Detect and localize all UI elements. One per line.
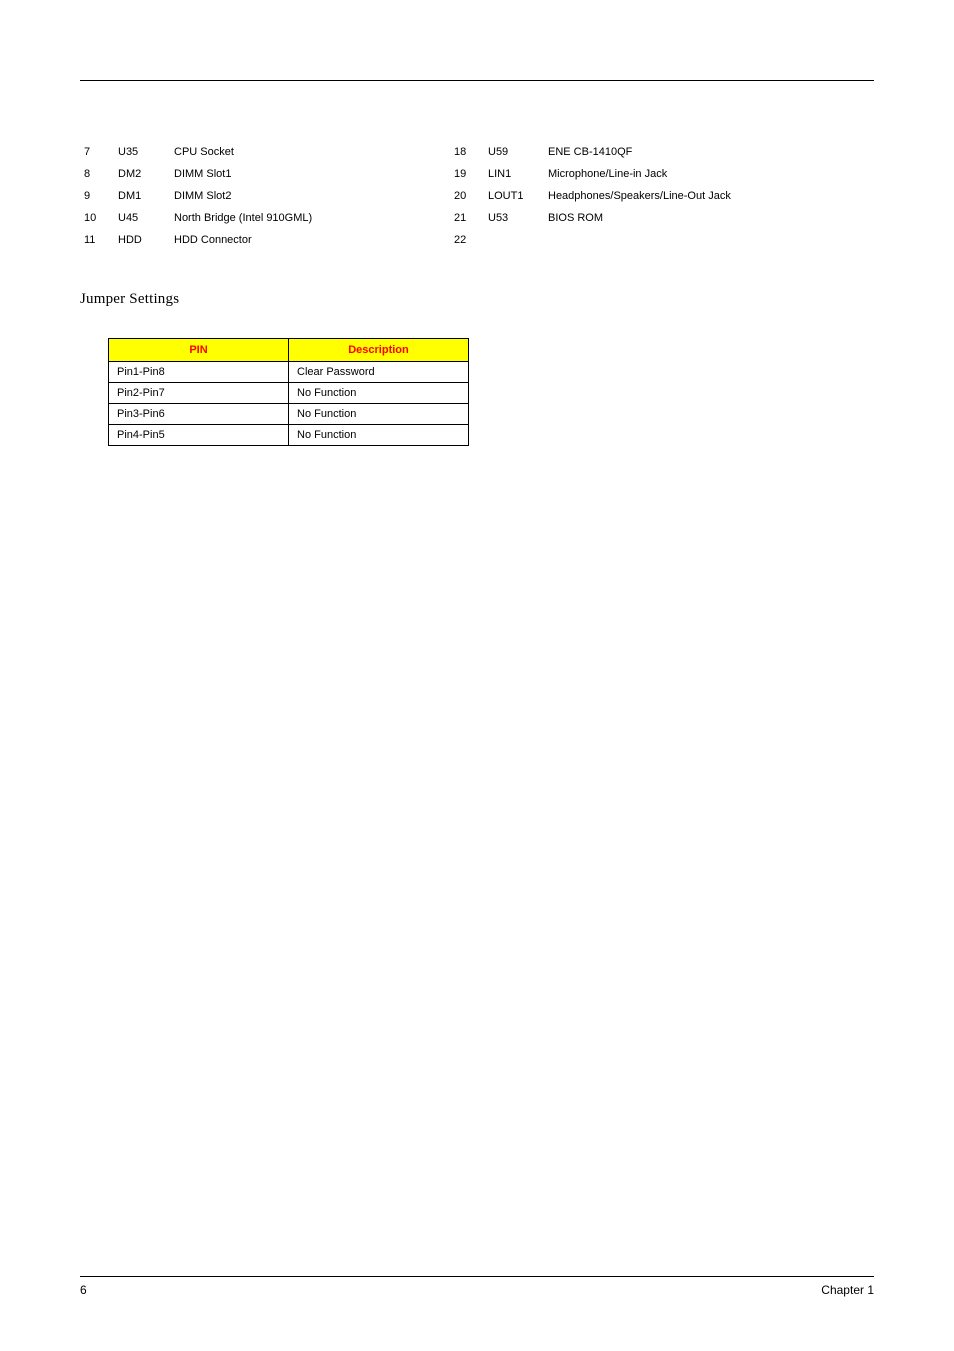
jumper-desc: No Function [289, 425, 469, 446]
table-row: Pin3-Pin6 No Function [109, 404, 469, 425]
jumper-desc: No Function [289, 383, 469, 404]
table-row: Pin2-Pin7 No Function [109, 383, 469, 404]
jumper-pin: Pin1-Pin8 [109, 362, 289, 383]
jumper-header-pin: PIN [109, 339, 289, 362]
component-num: 11 [80, 229, 114, 251]
table-row: Pin4-Pin5 No Function [109, 425, 469, 446]
component-id [484, 229, 544, 251]
jumper-settings-table: PIN Description Pin1-Pin8 Clear Password… [108, 338, 469, 446]
component-id: DM2 [114, 163, 170, 185]
component-num: 18 [450, 141, 484, 163]
table-row: Pin1-Pin8 Clear Password [109, 362, 469, 383]
component-desc: BIOS ROM [544, 207, 874, 229]
component-num: 20 [450, 185, 484, 207]
component-num: 8 [80, 163, 114, 185]
component-num: 21 [450, 207, 484, 229]
component-desc: DIMM Slot1 [170, 163, 450, 185]
jumper-pin: Pin3-Pin6 [109, 404, 289, 425]
jumper-desc: No Function [289, 404, 469, 425]
component-desc: CPU Socket [170, 141, 450, 163]
component-id: U45 [114, 207, 170, 229]
component-desc: HDD Connector [170, 229, 450, 251]
component-id: U35 [114, 141, 170, 163]
component-desc: Headphones/Speakers/Line-Out Jack [544, 185, 874, 207]
page-number: 6 [80, 1283, 87, 1297]
component-num: 9 [80, 185, 114, 207]
component-id: HDD [114, 229, 170, 251]
component-list: 7 U35 CPU Socket 18 U59 ENE CB-1410QF 8 … [80, 141, 874, 251]
component-num: 7 [80, 141, 114, 163]
component-num: 19 [450, 163, 484, 185]
component-num: 10 [80, 207, 114, 229]
chapter-label: Chapter 1 [821, 1283, 874, 1297]
component-desc: DIMM Slot2 [170, 185, 450, 207]
component-id: U53 [484, 207, 544, 229]
component-id: DM1 [114, 185, 170, 207]
jumper-pin: Pin2-Pin7 [109, 383, 289, 404]
jumper-pin: Pin4-Pin5 [109, 425, 289, 446]
component-id: LOUT1 [484, 185, 544, 207]
jumper-desc: Clear Password [289, 362, 469, 383]
component-desc: Microphone/Line-in Jack [544, 163, 874, 185]
component-id: LIN1 [484, 163, 544, 185]
component-desc: ENE CB-1410QF [544, 141, 874, 163]
component-desc: North Bridge (Intel 910GML) [170, 207, 450, 229]
page-footer: 6 Chapter 1 [80, 1276, 874, 1297]
jumper-header-desc: Description [289, 339, 469, 362]
component-num: 22 [450, 229, 484, 251]
component-desc [544, 229, 874, 251]
jumper-settings-heading: Jumper Settings [80, 291, 874, 308]
component-id: U59 [484, 141, 544, 163]
